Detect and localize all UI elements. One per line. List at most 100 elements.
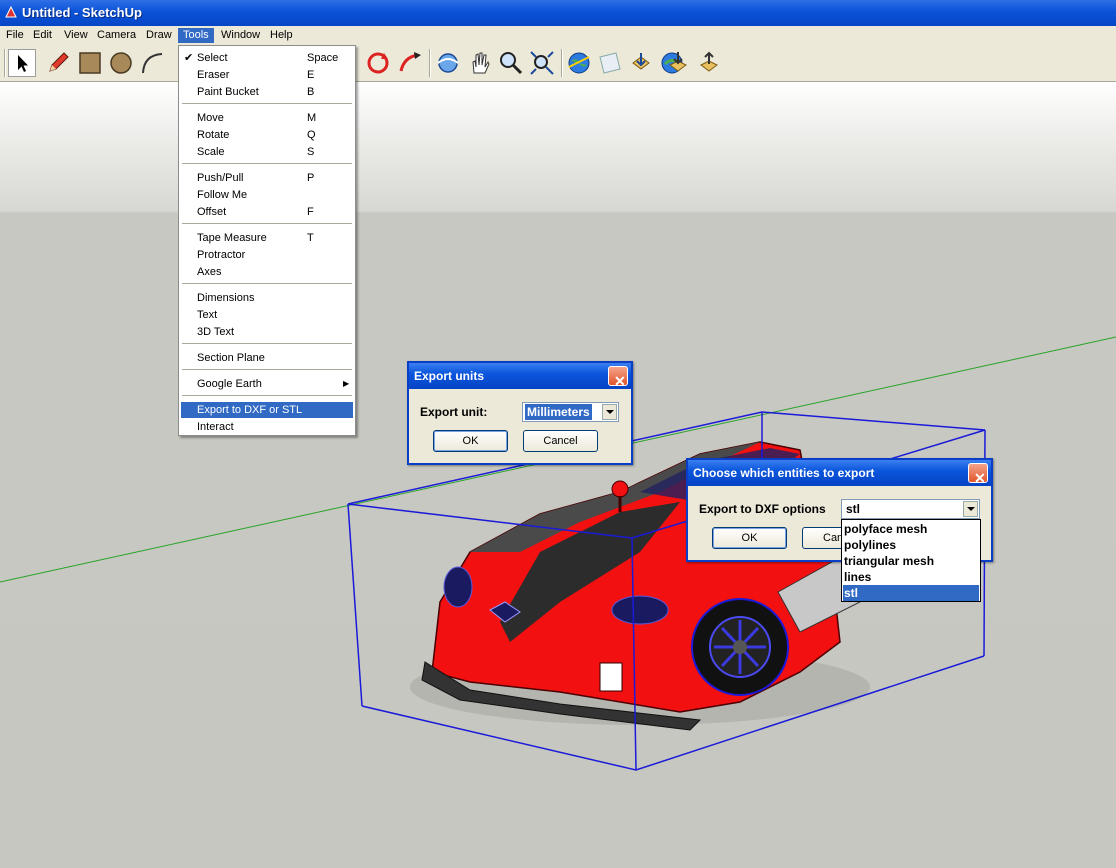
- submenu-arrow-icon: ▶: [343, 379, 350, 388]
- dialog-title: Export units: [414, 369, 485, 383]
- export-options-listbox[interactable]: polyface mesh polylines triangular mesh …: [841, 519, 981, 602]
- ok-button[interactable]: OK: [712, 527, 787, 549]
- export-options-select[interactable]: stl: [841, 499, 980, 519]
- google-earth-icon: [568, 52, 590, 74]
- menu-draw[interactable]: Draw: [141, 28, 177, 43]
- zoom-icon: [500, 52, 523, 75]
- toolbar: [0, 45, 1116, 82]
- get-models-icon: [669, 52, 687, 72]
- menu-camera[interactable]: Camera: [92, 28, 141, 43]
- share-model-button[interactable]: [695, 49, 723, 77]
- cancel-button[interactable]: Cancel: [523, 430, 598, 452]
- rotate-tool-button[interactable]: [364, 49, 392, 77]
- window-title: Untitled - SketchUp: [22, 5, 142, 20]
- menu-separator: [182, 163, 352, 165]
- export-options-label: Export to DXF options: [699, 502, 826, 516]
- menu-edit[interactable]: Edit: [28, 28, 57, 43]
- circle-tool-button[interactable]: [107, 49, 135, 77]
- title-bar: Untitled - SketchUp: [0, 0, 1116, 26]
- select-tool-button[interactable]: [8, 49, 36, 77]
- zoom-extents-tool-button[interactable]: [528, 49, 556, 77]
- list-option-stl[interactable]: stl: [843, 585, 979, 601]
- follow-me-tool-button[interactable]: [396, 49, 424, 77]
- menu-file[interactable]: File: [1, 28, 29, 43]
- menu-item-protractor[interactable]: Protractor: [181, 247, 353, 263]
- pencil-tool-button[interactable]: [44, 49, 72, 77]
- menu-item-follow-me[interactable]: Follow Me: [181, 187, 353, 203]
- menu-separator: [182, 343, 352, 345]
- dialog-title-bar[interactable]: Export units ✕: [409, 363, 631, 389]
- dialog-title-bar[interactable]: Choose which entities to export ✕: [688, 460, 991, 486]
- menu-separator: [182, 103, 352, 105]
- export-units-dialog: Export units ✕ Export unit: Millimeters …: [407, 361, 633, 465]
- list-option-polylines[interactable]: polylines: [843, 537, 979, 553]
- select-arrow-icon: [18, 55, 28, 72]
- tools-menu: ✔ Select Space Eraser E Paint Bucket B Move M…: [178, 45, 356, 436]
- menu-separator: [182, 395, 352, 397]
- orbit-tool-button[interactable]: [434, 49, 462, 77]
- menu-item-move[interactable]: Move M: [181, 110, 353, 126]
- menu-help[interactable]: Help: [265, 28, 298, 43]
- menu-item-axes[interactable]: Axes: [181, 264, 353, 280]
- menu-item-google-earth[interactable]: Google Earth ▶: [181, 376, 353, 392]
- menu-item-eraser[interactable]: Eraser E: [181, 67, 353, 83]
- menu-separator: [182, 223, 352, 225]
- share-model-icon: [700, 51, 718, 72]
- checkmark-icon: ✔: [184, 52, 194, 64]
- rotate-icon: [367, 52, 389, 74]
- arc-icon: [142, 53, 163, 74]
- menu-view[interactable]: View: [59, 28, 93, 43]
- pan-tool-button[interactable]: [466, 49, 494, 77]
- chevron-down-icon[interactable]: [963, 501, 978, 517]
- list-option-lines[interactable]: lines: [843, 569, 979, 585]
- texture-button[interactable]: [596, 49, 624, 77]
- list-option-triangular-mesh[interactable]: triangular mesh: [843, 553, 979, 569]
- menu-bar: File Edit View Camera Draw Tools Window …: [0, 26, 1116, 45]
- menu-item-scale[interactable]: Scale S: [181, 144, 353, 160]
- arc-tool-button[interactable]: [138, 49, 166, 77]
- export-unit-label: Export unit:: [420, 405, 488, 419]
- menu-item-3d-text[interactable]: 3D Text: [181, 324, 353, 340]
- menu-separator: [182, 283, 352, 285]
- export-options-value: stl: [846, 502, 861, 516]
- toolbar-separator: [561, 49, 563, 77]
- rectangle-tool-button[interactable]: [76, 49, 104, 77]
- menu-tools[interactable]: Tools: [178, 28, 214, 43]
- menu-item-offset[interactable]: Offset F: [181, 204, 353, 220]
- rectangle-icon: [79, 52, 101, 74]
- menu-item-section-plane[interactable]: Section Plane: [181, 350, 353, 366]
- toolbar-grip[interactable]: [4, 49, 6, 77]
- circle-icon: [110, 52, 132, 74]
- menu-item-export-dxf-stl[interactable]: Export to DXF or STL: [181, 402, 353, 418]
- menu-item-paint-bucket[interactable]: Paint Bucket B: [181, 84, 353, 100]
- place-model-icon: [632, 53, 650, 70]
- menu-item-tape-measure[interactable]: Tape Measure T: [181, 230, 353, 246]
- get-models-button[interactable]: [664, 49, 692, 77]
- close-icon: ✕: [974, 470, 986, 486]
- place-model-button[interactable]: [627, 49, 655, 77]
- zoom-tool-button[interactable]: [497, 49, 525, 77]
- menu-item-interact[interactable]: Interact: [181, 419, 353, 435]
- chevron-down-icon[interactable]: [602, 404, 617, 420]
- follow-me-icon: [399, 52, 421, 72]
- toolbar-separator: [429, 49, 431, 77]
- list-option-polyface-mesh[interactable]: polyface mesh: [843, 521, 979, 537]
- menu-item-select[interactable]: ✔ Select Space: [181, 50, 353, 66]
- menu-window[interactable]: Window: [216, 28, 265, 43]
- export-unit-select[interactable]: Millimeters: [522, 402, 619, 422]
- sketchup-logo-icon: [5, 5, 17, 18]
- menu-item-dimensions[interactable]: Dimensions: [181, 290, 353, 306]
- close-button[interactable]: ✕: [608, 366, 628, 389]
- close-button[interactable]: ✕: [968, 463, 988, 486]
- orbit-icon: [437, 53, 459, 73]
- pencil-icon: [49, 52, 69, 72]
- zoom-extents-icon: [530, 51, 554, 75]
- menu-item-rotate[interactable]: Rotate Q: [181, 127, 353, 143]
- ok-button[interactable]: OK: [433, 430, 508, 452]
- google-earth-button[interactable]: [565, 49, 593, 77]
- menu-separator: [182, 369, 352, 371]
- export-unit-value: Millimeters: [525, 404, 592, 420]
- pan-icon: [472, 52, 490, 74]
- menu-item-push-pull[interactable]: Push/Pull P: [181, 170, 353, 186]
- menu-item-text[interactable]: Text: [181, 307, 353, 323]
